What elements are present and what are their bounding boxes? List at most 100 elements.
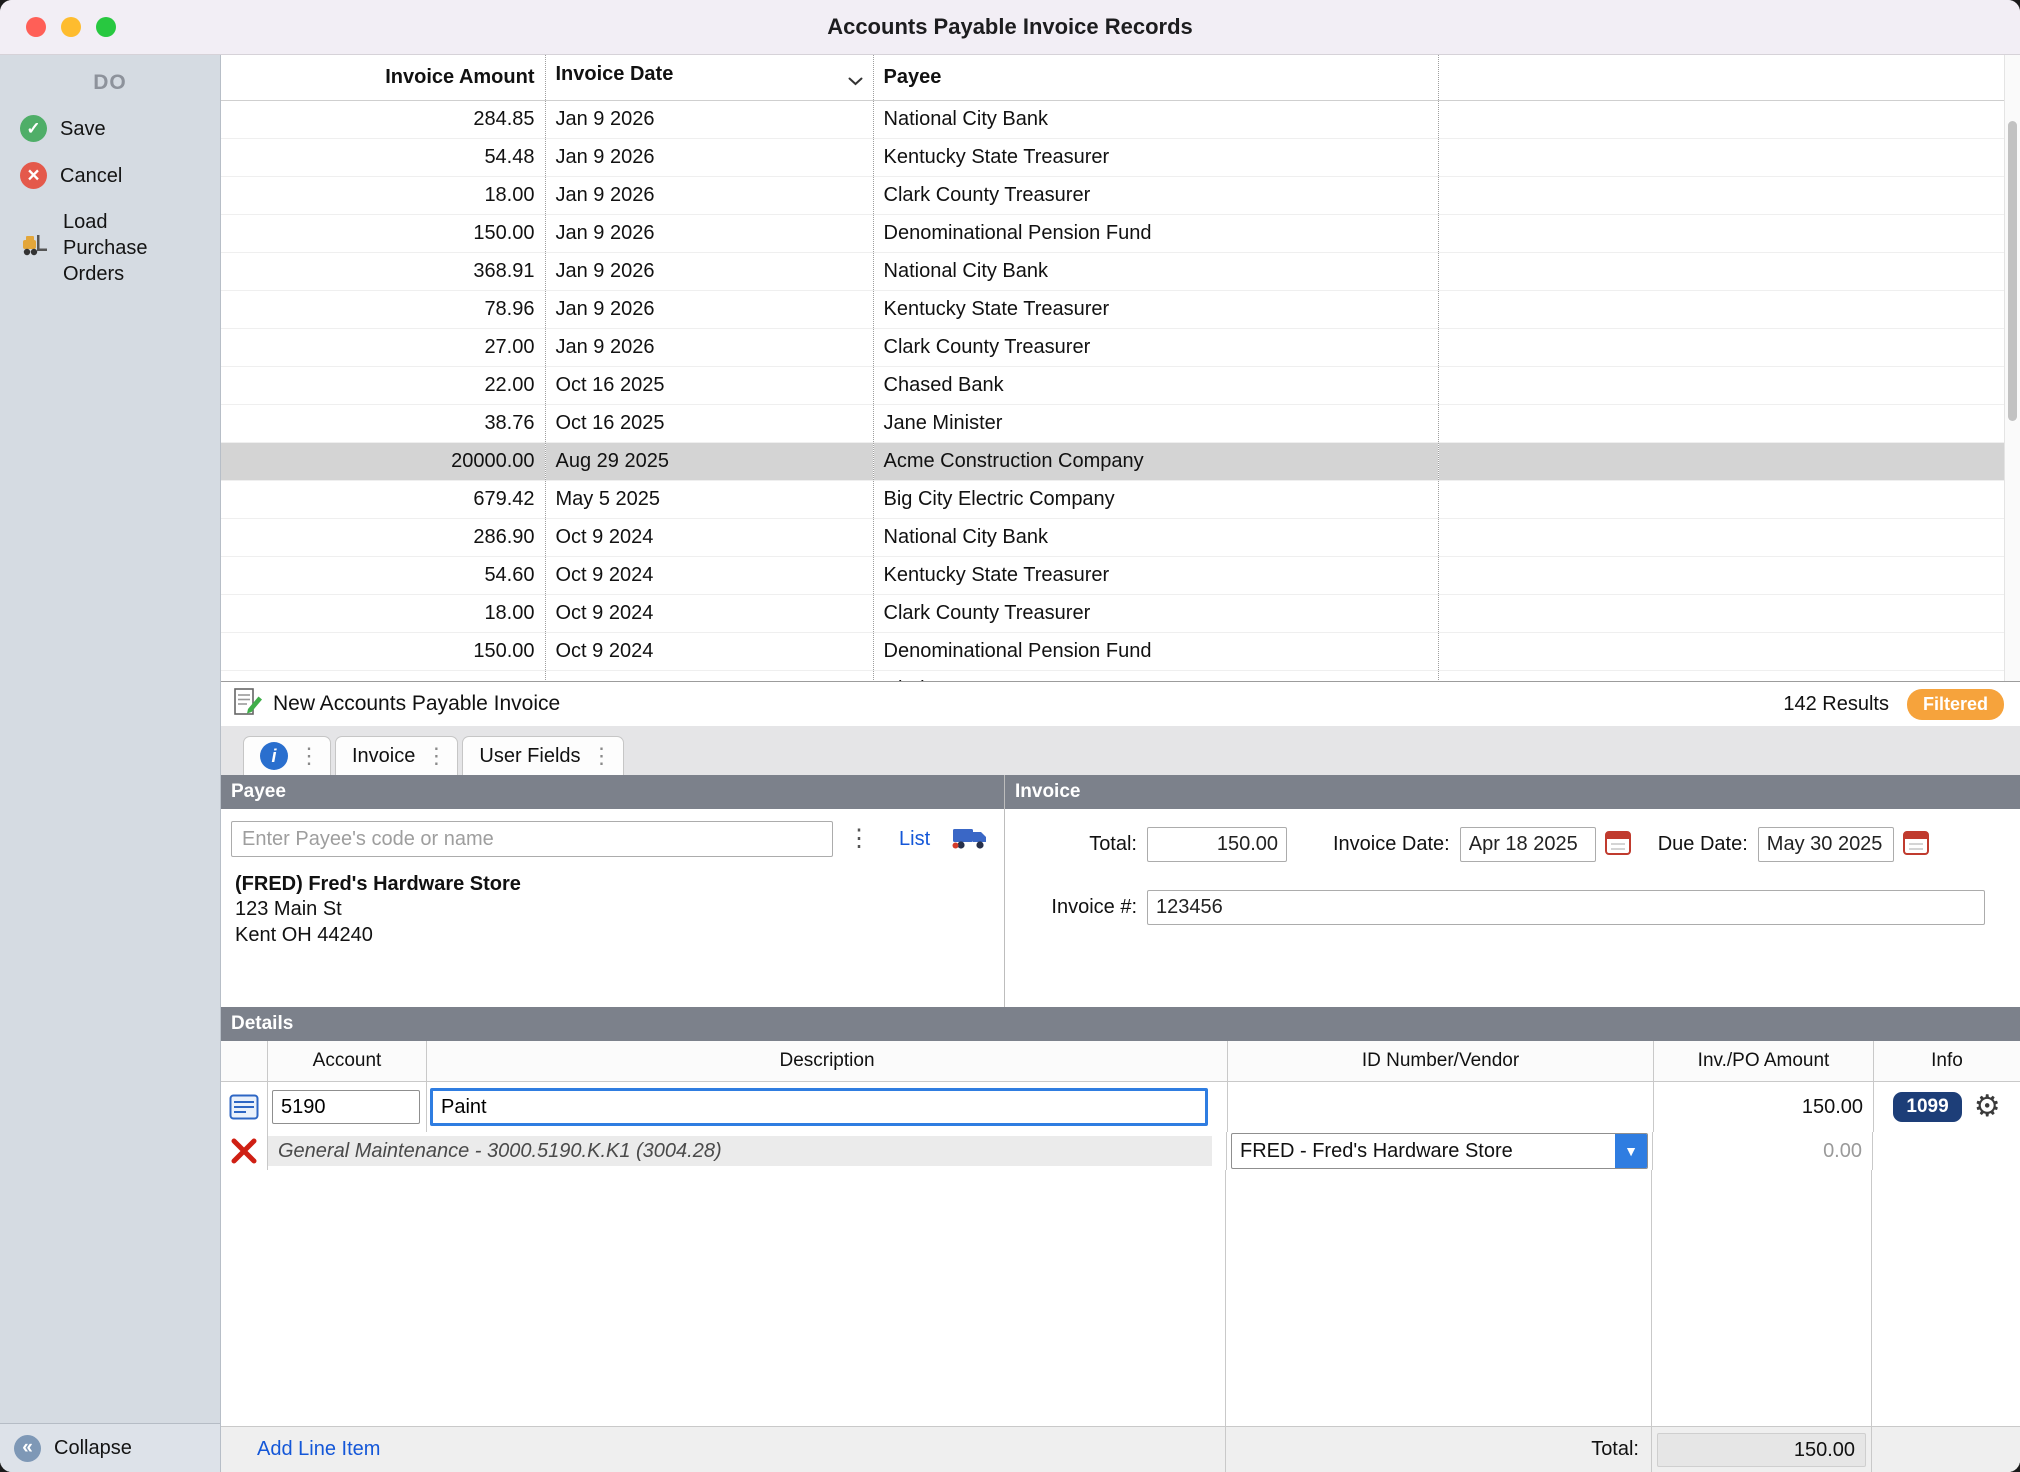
delete-line-button[interactable] xyxy=(221,1132,268,1170)
column-header-payee[interactable]: Payee xyxy=(873,55,1439,101)
invoice-date-input[interactable] xyxy=(1460,827,1596,862)
dropdown-chevron-icon[interactable]: ▼ xyxy=(1615,1134,1647,1168)
gear-icon[interactable]: ⚙ xyxy=(1974,1092,2001,1122)
record-cell-amt[interactable]: 22.00 xyxy=(221,367,545,405)
record-cell-amt[interactable]: 150.00 xyxy=(221,633,545,671)
record-cell-payee[interactable]: National City Bank xyxy=(873,253,1439,291)
record-cell-amt[interactable]: 78.96 xyxy=(221,291,545,329)
record-cell-extra[interactable] xyxy=(1439,101,2005,139)
record-cell-date[interactable]: Oct 16 2025 xyxy=(545,367,873,405)
record-cell-amt[interactable]: 18.00 xyxy=(221,595,545,633)
invoice-record-row[interactable]: 27.00Jan 9 2026Clark County Treasurer xyxy=(221,329,2004,367)
column-header-invoice-date[interactable]: Invoice Date xyxy=(545,55,873,101)
drag-handle-icon[interactable]: ⋮ xyxy=(298,745,320,767)
invoice-record-row[interactable]: 54.48Jan 9 2026Kentucky State Treasurer xyxy=(221,139,2004,177)
line-vendor-cell[interactable] xyxy=(1228,1082,1654,1132)
record-cell-date[interactable]: Oct 9 2024 xyxy=(545,557,873,595)
record-cell-date[interactable]: Oct 16 2025 xyxy=(545,405,873,443)
record-cell-payee[interactable]: Denominational Pension Fund xyxy=(873,633,1439,671)
invoice-record-row[interactable]: 38.76Oct 16 2025Jane Minister xyxy=(221,405,2004,443)
invoice-record-row[interactable]: 150.00Jan 9 2026Denominational Pension F… xyxy=(221,215,2004,253)
tab-user-fields[interactable]: User Fields ⋮ xyxy=(462,736,623,775)
filtered-badge[interactable]: Filtered xyxy=(1907,689,2004,720)
record-cell-amt[interactable]: 27.00 xyxy=(221,329,545,367)
load-purchase-orders-button[interactable]: Load Purchase Orders xyxy=(0,199,220,297)
record-cell-date[interactable]: Jan 9 2026 xyxy=(545,253,873,291)
invoice-date-calendar-icon[interactable] xyxy=(1604,828,1632,861)
zoom-window-button[interactable] xyxy=(96,17,116,37)
drag-handle-icon[interactable]: ⋮ xyxy=(591,745,613,767)
record-cell-date[interactable]: Jan 9 2026 xyxy=(545,177,873,215)
badge-1099[interactable]: 1099 xyxy=(1893,1092,1961,1122)
invoice-record-row[interactable]: 679.42May 5 2025Big City Electric Compan… xyxy=(221,481,2004,519)
record-cell-payee[interactable]: National City Bank xyxy=(873,519,1439,557)
invoice-record-row[interactable]: 368.91Jan 9 2026National City Bank xyxy=(221,253,2004,291)
record-cell-extra[interactable] xyxy=(1439,177,2005,215)
column-header-invoice-amount[interactable]: Invoice Amount xyxy=(221,55,545,101)
payee-search-input[interactable] xyxy=(231,821,833,857)
record-cell-date[interactable]: Jan 9 2026 xyxy=(545,139,873,177)
record-cell-amt[interactable]: 54.60 xyxy=(221,557,545,595)
record-cell-amt[interactable]: 368.91 xyxy=(221,253,545,291)
record-cell-payee[interactable]: Kentucky State Treasurer xyxy=(873,291,1439,329)
record-cell-payee[interactable]: Acme Construction Company xyxy=(873,443,1439,481)
record-cell-date[interactable]: Oct 9 2024 xyxy=(545,519,873,557)
record-cell-amt[interactable]: 54.48 xyxy=(221,139,545,177)
record-cell-extra[interactable] xyxy=(1439,595,2005,633)
record-cell-payee[interactable]: Clark County Treasurer xyxy=(873,595,1439,633)
invoice-record-row[interactable]: 18.00Oct 9 2024Clark County Treasurer xyxy=(221,595,2004,633)
invoice-total-input[interactable] xyxy=(1147,827,1287,862)
record-cell-amt[interactable]: 38.76 xyxy=(221,405,545,443)
record-cell-payee[interactable]: National City Bank xyxy=(873,101,1439,139)
record-cell-date[interactable]: Jan 9 2026 xyxy=(545,101,873,139)
record-cell-amt[interactable]: 150.00 xyxy=(221,215,545,253)
record-cell-extra[interactable] xyxy=(1439,443,2005,481)
add-line-item-link[interactable]: Add Line Item xyxy=(221,1438,380,1461)
tab-info[interactable]: i ⋮ xyxy=(243,736,331,775)
invoice-record-row[interactable]: 27.00Oct 8 2024Clark County Treasurer xyxy=(221,671,2004,683)
record-cell-payee[interactable]: Big City Electric Company xyxy=(873,481,1439,519)
record-cell-extra[interactable] xyxy=(1439,671,2005,683)
record-cell-extra[interactable] xyxy=(1439,557,2005,595)
record-cell-extra[interactable] xyxy=(1439,405,2005,443)
collapse-button[interactable]: « Collapse xyxy=(0,1423,220,1472)
cancel-button[interactable]: × Cancel xyxy=(0,152,220,199)
record-cell-amt[interactable]: 18.00 xyxy=(221,177,545,215)
invoice-record-row[interactable]: 284.85Jan 9 2026National City Bank xyxy=(221,101,2004,139)
payee-list-link[interactable]: List xyxy=(899,828,930,851)
record-cell-date[interactable]: Oct 9 2024 xyxy=(545,633,873,671)
record-cell-payee[interactable]: Denominational Pension Fund xyxy=(873,215,1439,253)
invoice-number-input[interactable] xyxy=(1147,890,1985,925)
invoice-record-row[interactable]: 54.60Oct 9 2024Kentucky State Treasurer xyxy=(221,557,2004,595)
vendor-truck-icon[interactable] xyxy=(952,823,988,856)
record-cell-date[interactable]: May 5 2025 xyxy=(545,481,873,519)
close-window-button[interactable] xyxy=(26,17,46,37)
records-scrollbar-thumb[interactable] xyxy=(2008,121,2017,421)
record-cell-amt[interactable]: 20000.00 xyxy=(221,443,545,481)
record-cell-amt[interactable]: 27.00 xyxy=(221,671,545,683)
record-cell-extra[interactable] xyxy=(1439,215,2005,253)
invoice-record-row[interactable]: 22.00Oct 16 2025Chased Bank xyxy=(221,367,2004,405)
due-date-calendar-icon[interactable] xyxy=(1902,828,1930,861)
invoice-record-row[interactable]: 20000.00Aug 29 2025Acme Construction Com… xyxy=(221,443,2004,481)
drag-handle-icon[interactable]: ⋮ xyxy=(425,745,447,767)
record-cell-amt[interactable]: 286.90 xyxy=(221,519,545,557)
record-cell-payee[interactable]: Clark County Treasurer xyxy=(873,671,1439,683)
record-cell-payee[interactable]: Kentucky State Treasurer xyxy=(873,139,1439,177)
record-cell-date[interactable]: Jan 9 2026 xyxy=(545,291,873,329)
record-cell-payee[interactable]: Kentucky State Treasurer xyxy=(873,557,1439,595)
record-cell-date[interactable]: Jan 9 2026 xyxy=(545,215,873,253)
invoice-record-row[interactable]: 78.96Jan 9 2026Kentucky State Treasurer xyxy=(221,291,2004,329)
invoice-record-row[interactable]: 150.00Oct 9 2024Denominational Pension F… xyxy=(221,633,2004,671)
invoice-record-row[interactable]: 18.00Jan 9 2026Clark County Treasurer xyxy=(221,177,2004,215)
record-cell-payee[interactable]: Clark County Treasurer xyxy=(873,329,1439,367)
record-cell-date[interactable]: Oct 8 2024 xyxy=(545,671,873,683)
record-cell-extra[interactable] xyxy=(1439,253,2005,291)
records-scrollbar[interactable] xyxy=(2004,55,2020,681)
record-cell-date[interactable]: Aug 29 2025 xyxy=(545,443,873,481)
vendor-dropdown[interactable]: FRED - Fred's Hardware Store ▼ xyxy=(1231,1133,1648,1169)
line-account-input[interactable] xyxy=(272,1090,420,1124)
record-cell-extra[interactable] xyxy=(1439,291,2005,329)
record-cell-extra[interactable] xyxy=(1439,367,2005,405)
record-cell-date[interactable]: Oct 9 2024 xyxy=(545,595,873,633)
